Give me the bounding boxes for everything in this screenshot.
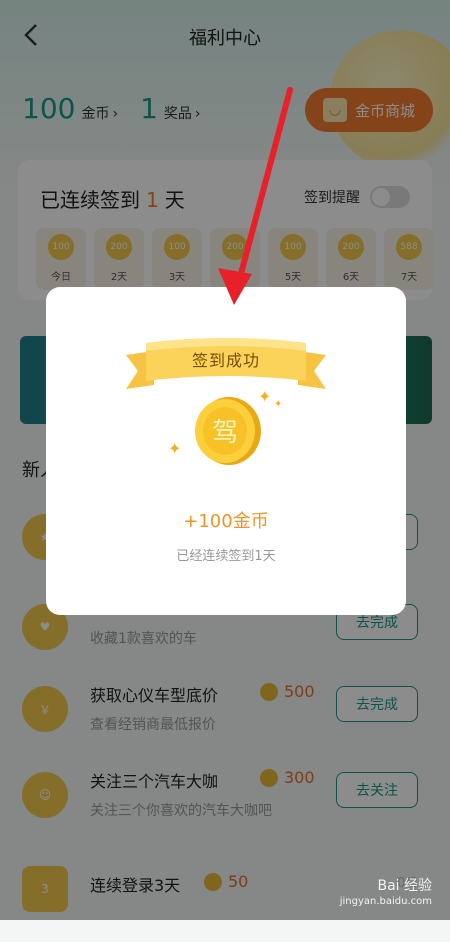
- coin-glyph: 驾: [212, 418, 238, 448]
- welfare-center-page: 福利中心 100 金币 › 1 奖品 › ◡ 金币商城 已连续签到 1 天 签到提醒…: [0, 0, 450, 920]
- gold-coin-icon: 驾: [191, 395, 263, 467]
- ribbon-text: 签到成功: [191, 351, 260, 370]
- sparkle-icon: ✦: [274, 399, 283, 410]
- watermark-url: jingyan.baidu.com: [339, 896, 432, 907]
- watermark-brand: Bai 经验: [377, 878, 432, 894]
- reward-subtitle: 已经连续签到1天: [176, 549, 276, 564]
- sparkle-icon: ✦: [168, 439, 182, 458]
- ribbon-banner: 签到成功: [126, 337, 326, 399]
- reward-amount: +100金币: [183, 511, 269, 532]
- watermark: Bai 经验 jingyan.baidu.com: [340, 878, 432, 910]
- signin-success-dialog: 签到成功 ✦ ✦ ✦ 驾 +100金币 已经连续签到1天: [46, 287, 406, 615]
